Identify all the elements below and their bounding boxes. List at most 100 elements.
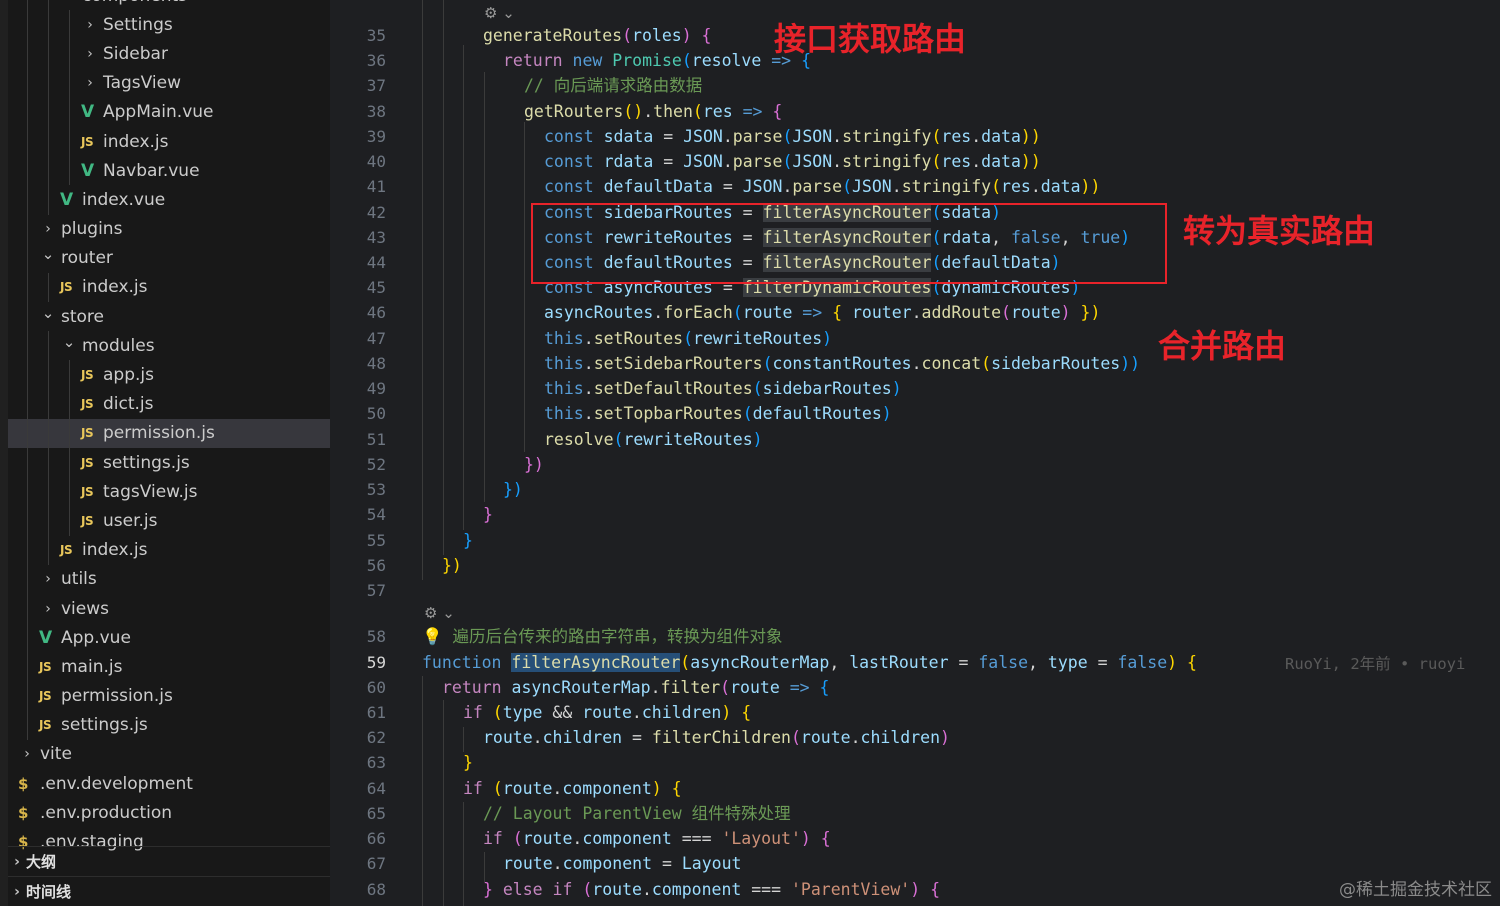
tree-item-label: tagsView.js <box>103 481 198 502</box>
tree-item-label: router <box>61 248 113 269</box>
tree-item-sidebar[interactable]: › Sidebar <box>8 39 330 69</box>
tree-item-store[interactable]: ⌄ store <box>8 302 330 332</box>
chevron-down-icon: ⌄ <box>41 245 55 264</box>
tree-item-index-js[interactable]: JS index.js <box>8 535 330 565</box>
tree-item-permission-js[interactable]: JS permission.js <box>8 418 330 448</box>
tree-indent-guide <box>48 10 49 40</box>
ai-lens-icon[interactable]: ⚙ ⌄ <box>484 4 515 22</box>
tree-indent-guide <box>27 185 28 215</box>
tree-indent-guide <box>48 272 49 303</box>
tree-item-app-js[interactable]: JS app.js <box>8 360 330 390</box>
js-file-icon: JS <box>39 689 52 704</box>
tree-item-vite[interactable]: › vite <box>8 740 330 769</box>
tree-item-label: dict.js <box>103 394 154 415</box>
indent-guide <box>463 45 464 530</box>
indent-guide <box>463 802 464 906</box>
tree-item-label: main.js <box>61 656 123 677</box>
code-editor[interactable]: ⚙ ⌄ ⚙ ⌄ generateRoutes(roles) { return n… <box>400 0 1500 906</box>
tree-indent-guide <box>27 710 28 740</box>
js-file-icon: JS <box>81 455 94 470</box>
js-file-icon: JS <box>81 484 94 499</box>
tree-item-permission-js[interactable]: JS permission.js <box>8 681 330 711</box>
tree-item-label: components <box>82 0 187 6</box>
tree-indent-guide <box>48 418 49 448</box>
js-file-icon: JS <box>81 368 94 383</box>
tree-item-modules[interactable]: ⌄ modules <box>8 331 330 361</box>
tree-indent-guide <box>27 389 28 419</box>
indent-guide <box>463 727 464 752</box>
js-file-icon: JS <box>60 543 73 558</box>
tree-item-settings-js[interactable]: JS settings.js <box>8 710 330 740</box>
line-number: 37 <box>366 76 386 95</box>
timeline-panel-header[interactable]: › 时间线 <box>8 876 330 906</box>
line-number: 55 <box>366 531 386 550</box>
ai-lens-icon[interactable]: ⚙ ⌄ <box>424 604 455 622</box>
code-line-61: if (type && route.children) { <box>463 703 752 722</box>
tree-indent-guide <box>27 623 28 653</box>
tree-item-env-production[interactable]: $ .env.production <box>8 798 330 827</box>
tree-item-settings-js[interactable]: JS settings.js <box>8 448 330 478</box>
code-line-66: if (route.component === 'Layout') { <box>483 829 831 848</box>
tree-item-tagsview-js[interactable]: JS tagsView.js <box>8 477 330 507</box>
tree-item-main-js[interactable]: JS main.js <box>8 652 330 682</box>
tree-item-label: Sidebar <box>103 43 168 64</box>
tree-indent-guide <box>69 448 70 478</box>
tree-item-dict-js[interactable]: JS dict.js <box>8 389 330 419</box>
line-number: 64 <box>366 779 386 798</box>
code-line-52: }) <box>524 455 544 474</box>
tree-item-plugins[interactable]: › plugins <box>8 214 330 244</box>
vue-file-icon: V <box>39 627 53 648</box>
tree-item-index-vue[interactable]: Vindex.vue <box>8 185 330 215</box>
tree-item-utils[interactable]: › utils <box>8 564 330 594</box>
tree-indent-guide <box>27 10 28 40</box>
line-number: 35 <box>366 26 386 45</box>
tree-indent-guide <box>27 418 28 448</box>
code-line-41: const defaultData = JSON.parse(JSON.stri… <box>544 177 1101 196</box>
annotation-merge-routes: 合并路由 <box>1158 327 1287 365</box>
tree-indent-guide <box>69 68 70 98</box>
lightbulb-icon[interactable]: 💡 <box>422 627 452 646</box>
tree-indent-guide <box>48 126 49 157</box>
tree-item-index-js[interactable]: JS index.js <box>8 126 330 157</box>
tree-item-settings[interactable]: › Settings <box>8 10 330 40</box>
tree-indent-guide <box>69 506 70 536</box>
tree-indent-guide <box>69 360 70 390</box>
chevron-right-icon: › <box>14 883 20 900</box>
tree-item-appmain-vue[interactable]: V AppMain.vue <box>8 97 330 127</box>
tree-indent-guide <box>27 243 28 273</box>
tree-item-label: AppMain.vue <box>103 102 214 123</box>
tree-indent-guide <box>48 68 49 98</box>
vue-file-icon: V <box>81 102 95 123</box>
line-number: 53 <box>366 480 386 499</box>
tree-item-views[interactable]: › views <box>8 593 330 624</box>
tree-indent-guide <box>69 477 70 507</box>
js-file-icon: JS <box>81 513 94 528</box>
outline-panel-header[interactable]: › 大纲 <box>8 846 330 876</box>
tree-item-user-js[interactable]: JS user.js <box>8 506 330 536</box>
tree-item-label: index.js <box>103 131 169 152</box>
tree-item-label: views <box>61 598 110 619</box>
code-line-47: this.setRoutes(rewriteRoutes) <box>544 329 833 348</box>
tree-item-label: modules <box>82 335 155 356</box>
code-line-65: // Layout ParentView 组件特殊处理 <box>483 804 791 823</box>
tree-item-label: utils <box>61 569 97 590</box>
indent-guide <box>443 700 444 906</box>
code-line-67: route.component = Layout <box>503 854 742 873</box>
code-line-37: // 向后端请求路由数据 <box>524 76 703 95</box>
chevron-right-icon: › <box>45 600 51 617</box>
line-number: 42 <box>366 203 386 222</box>
tree-item-components[interactable]: ⌄ components <box>8 0 330 11</box>
file-tree: ⌄ components › Settings › Sidebar › TagsView V Ap… <box>8 0 330 857</box>
tree-item-index-js[interactable]: JS index.js <box>8 272 330 303</box>
code-line-59: function filterAsyncRouter(asyncRouterMa… <box>422 653 1197 672</box>
tree-item-navbar-vue[interactable]: V Navbar.vue <box>8 156 330 186</box>
tree-item-env-development[interactable]: $ .env.development <box>8 769 330 798</box>
line-number: 65 <box>366 804 386 823</box>
tree-item-tagsview[interactable]: › TagsView <box>8 68 330 98</box>
tree-item-router[interactable]: ⌄ router <box>8 243 330 273</box>
line-number: 66 <box>366 829 386 848</box>
chevron-right-icon: › <box>87 16 93 33</box>
code-line-56: }) <box>442 556 462 575</box>
tree-indent-guide <box>48 185 49 215</box>
tree-item-app-vue[interactable]: V App.vue <box>8 623 330 653</box>
